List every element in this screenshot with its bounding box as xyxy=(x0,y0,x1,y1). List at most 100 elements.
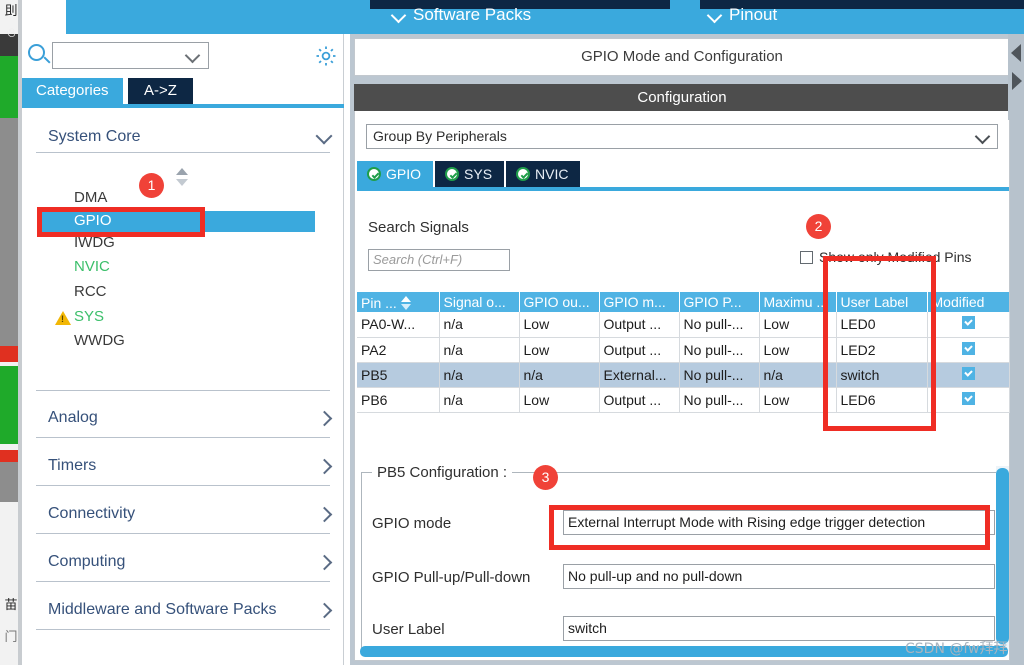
checkbox-checked-icon[interactable] xyxy=(961,391,975,405)
check-circle-icon xyxy=(445,167,460,181)
sidebar-tab-underline xyxy=(22,104,344,108)
cell-gpio-pull: No pull-... xyxy=(679,312,760,338)
cell-pin: PB5 xyxy=(357,362,440,388)
right-rail xyxy=(1010,120,1024,665)
sidebar-group-middleware-label: Middleware and Software Packs xyxy=(48,601,277,618)
search-signals-input[interactable]: Search (Ctrl+F) xyxy=(368,249,510,271)
sidebar-group-connectivity[interactable]: Connectivity xyxy=(48,505,333,523)
chevron-down-icon xyxy=(708,8,723,23)
divider xyxy=(36,581,330,582)
cell-gpio-mode: Output ... xyxy=(599,337,680,363)
cell-modified[interactable] xyxy=(927,337,1010,363)
tab-sys[interactable]: SYS xyxy=(435,161,505,187)
vertical-scrollbar-thumb[interactable] xyxy=(996,468,1009,644)
gear-icon[interactable] xyxy=(315,45,337,67)
field-label-gpio-mode: GPIO mode xyxy=(372,515,452,532)
tab-pinout-label: Pinout xyxy=(729,5,778,24)
sidebar-item-wwdg[interactable]: WWDG xyxy=(74,332,125,349)
sidebar-group-system-core-label: System Core xyxy=(48,128,141,145)
arrow-right-icon[interactable] xyxy=(1012,72,1022,90)
tab-software-packs[interactable]: Software Packs xyxy=(392,5,531,25)
col-gpio-pull[interactable]: GPIO P... xyxy=(679,292,760,312)
sidebar-group-computing-label: Computing xyxy=(48,553,126,570)
cell-gpio-mode: Output ... xyxy=(599,387,680,413)
cell-gpio-mode: External... xyxy=(599,362,680,388)
annotation-box-gpio xyxy=(37,207,205,237)
cell-modified[interactable] xyxy=(927,387,1010,413)
peripheral-list-spinner[interactable] xyxy=(176,168,189,188)
warning-icon xyxy=(55,311,71,325)
cell-gpio-output: Low xyxy=(519,337,600,363)
tab-pinout[interactable]: Pinout xyxy=(708,5,777,25)
show-modified-pins-checkbox[interactable] xyxy=(800,251,813,264)
field-label-user-label: User Label xyxy=(372,621,445,638)
col-gpio-mode[interactable]: GPIO m... xyxy=(599,292,680,312)
annotation-badge-1: 1 xyxy=(139,173,164,198)
sidebar-item-nvic[interactable]: NVIC xyxy=(74,258,110,275)
search-icon xyxy=(28,44,45,61)
configuration-header: Configuration xyxy=(354,84,1010,111)
annotation-box-gpio-mode xyxy=(549,505,990,550)
sidebar-search-input[interactable] xyxy=(52,42,209,69)
sidebar-group-middleware[interactable]: Middleware and Software Packs xyxy=(48,601,333,619)
sidebar-item-sys[interactable]: SYS xyxy=(74,308,104,325)
col-modified[interactable]: Modified xyxy=(927,292,1009,312)
checkbox-checked-icon[interactable] xyxy=(961,366,975,380)
tab-a-to-z[interactable]: A->Z xyxy=(128,78,193,104)
peripheral-tabs-underline xyxy=(357,187,1009,191)
watermark: CSDN @fw拜拜 xyxy=(905,641,1008,657)
cell-signal: n/a xyxy=(439,387,520,413)
sidebar-group-computing[interactable]: Computing xyxy=(48,553,333,571)
sidebar-item-rcc[interactable]: RCC xyxy=(74,283,107,300)
sidebar-group-analog-label: Analog xyxy=(48,409,98,426)
cell-modified[interactable] xyxy=(927,312,1010,338)
cell-modified[interactable] xyxy=(927,362,1010,388)
search-signals-label: Search Signals xyxy=(368,219,469,236)
sidebar-group-timers-label: Timers xyxy=(48,457,97,474)
tab-gpio[interactable]: GPIO xyxy=(357,161,434,187)
cell-pin: PB6 xyxy=(357,387,440,413)
cell-gpio-pull: No pull-... xyxy=(679,362,760,388)
chevron-right-icon xyxy=(316,554,333,571)
toolbar-left-gap xyxy=(22,0,66,34)
col-pin[interactable]: Pin ... xyxy=(357,292,440,312)
mode-header: GPIO Mode and Configuration xyxy=(354,38,1010,76)
divider xyxy=(36,533,330,534)
sidebar-group-timers[interactable]: Timers xyxy=(48,457,333,475)
sidebar-group-analog[interactable]: Analog xyxy=(48,409,333,427)
tab-nvic-label: NVIC xyxy=(535,166,569,182)
sidebar-group-connectivity-label: Connectivity xyxy=(48,505,136,522)
tab-categories[interactable]: Categories xyxy=(22,78,123,104)
cell-pin: PA0-W... xyxy=(357,312,440,338)
chevron-down-icon xyxy=(315,127,333,145)
sidebar-group-system-core[interactable]: System Core xyxy=(48,127,333,146)
peripheral-tabs: GPIO SYS NVIC xyxy=(357,161,582,187)
checkbox-checked-icon[interactable] xyxy=(961,341,975,355)
cell-gpio-mode: Output ... xyxy=(599,312,680,338)
app-window: 刞 ও 苗 门 Software Packs Pinout Categories… xyxy=(0,0,1024,665)
chevron-right-icon xyxy=(316,410,333,427)
sort-arrows-icon[interactable] xyxy=(400,295,412,310)
group-by-select[interactable]: Group By Peripherals xyxy=(366,124,998,149)
cell-gpio-pull: No pull-... xyxy=(679,387,760,413)
cell-gpio-output: Low xyxy=(519,387,600,413)
cell-signal: n/a xyxy=(439,312,520,338)
group-by-value: Group By Peripherals xyxy=(373,128,507,144)
chevron-down-icon xyxy=(184,47,201,64)
col-signal[interactable]: Signal o... xyxy=(439,292,520,312)
chevron-right-icon xyxy=(316,458,333,475)
tab-nvic[interactable]: NVIC xyxy=(506,161,581,187)
checkbox-checked-icon[interactable] xyxy=(961,316,975,330)
tab-sys-label: SYS xyxy=(464,166,493,182)
chevron-right-icon xyxy=(316,602,333,619)
arrow-left-icon[interactable] xyxy=(1011,44,1021,62)
sidebar-item-dma[interactable]: DMA xyxy=(74,189,107,206)
divider xyxy=(36,629,330,630)
chevron-down-icon xyxy=(974,128,991,145)
tab-software-packs-label: Software Packs xyxy=(413,5,532,24)
tab-gpio-label: GPIO xyxy=(386,166,422,182)
cell-signal: n/a xyxy=(439,362,520,388)
col-gpio-output[interactable]: GPIO ou... xyxy=(519,292,600,312)
field-value-gpio-pull[interactable]: No pull-up and no pull-down xyxy=(563,564,995,589)
annotation-box-user-label-column xyxy=(823,256,936,431)
